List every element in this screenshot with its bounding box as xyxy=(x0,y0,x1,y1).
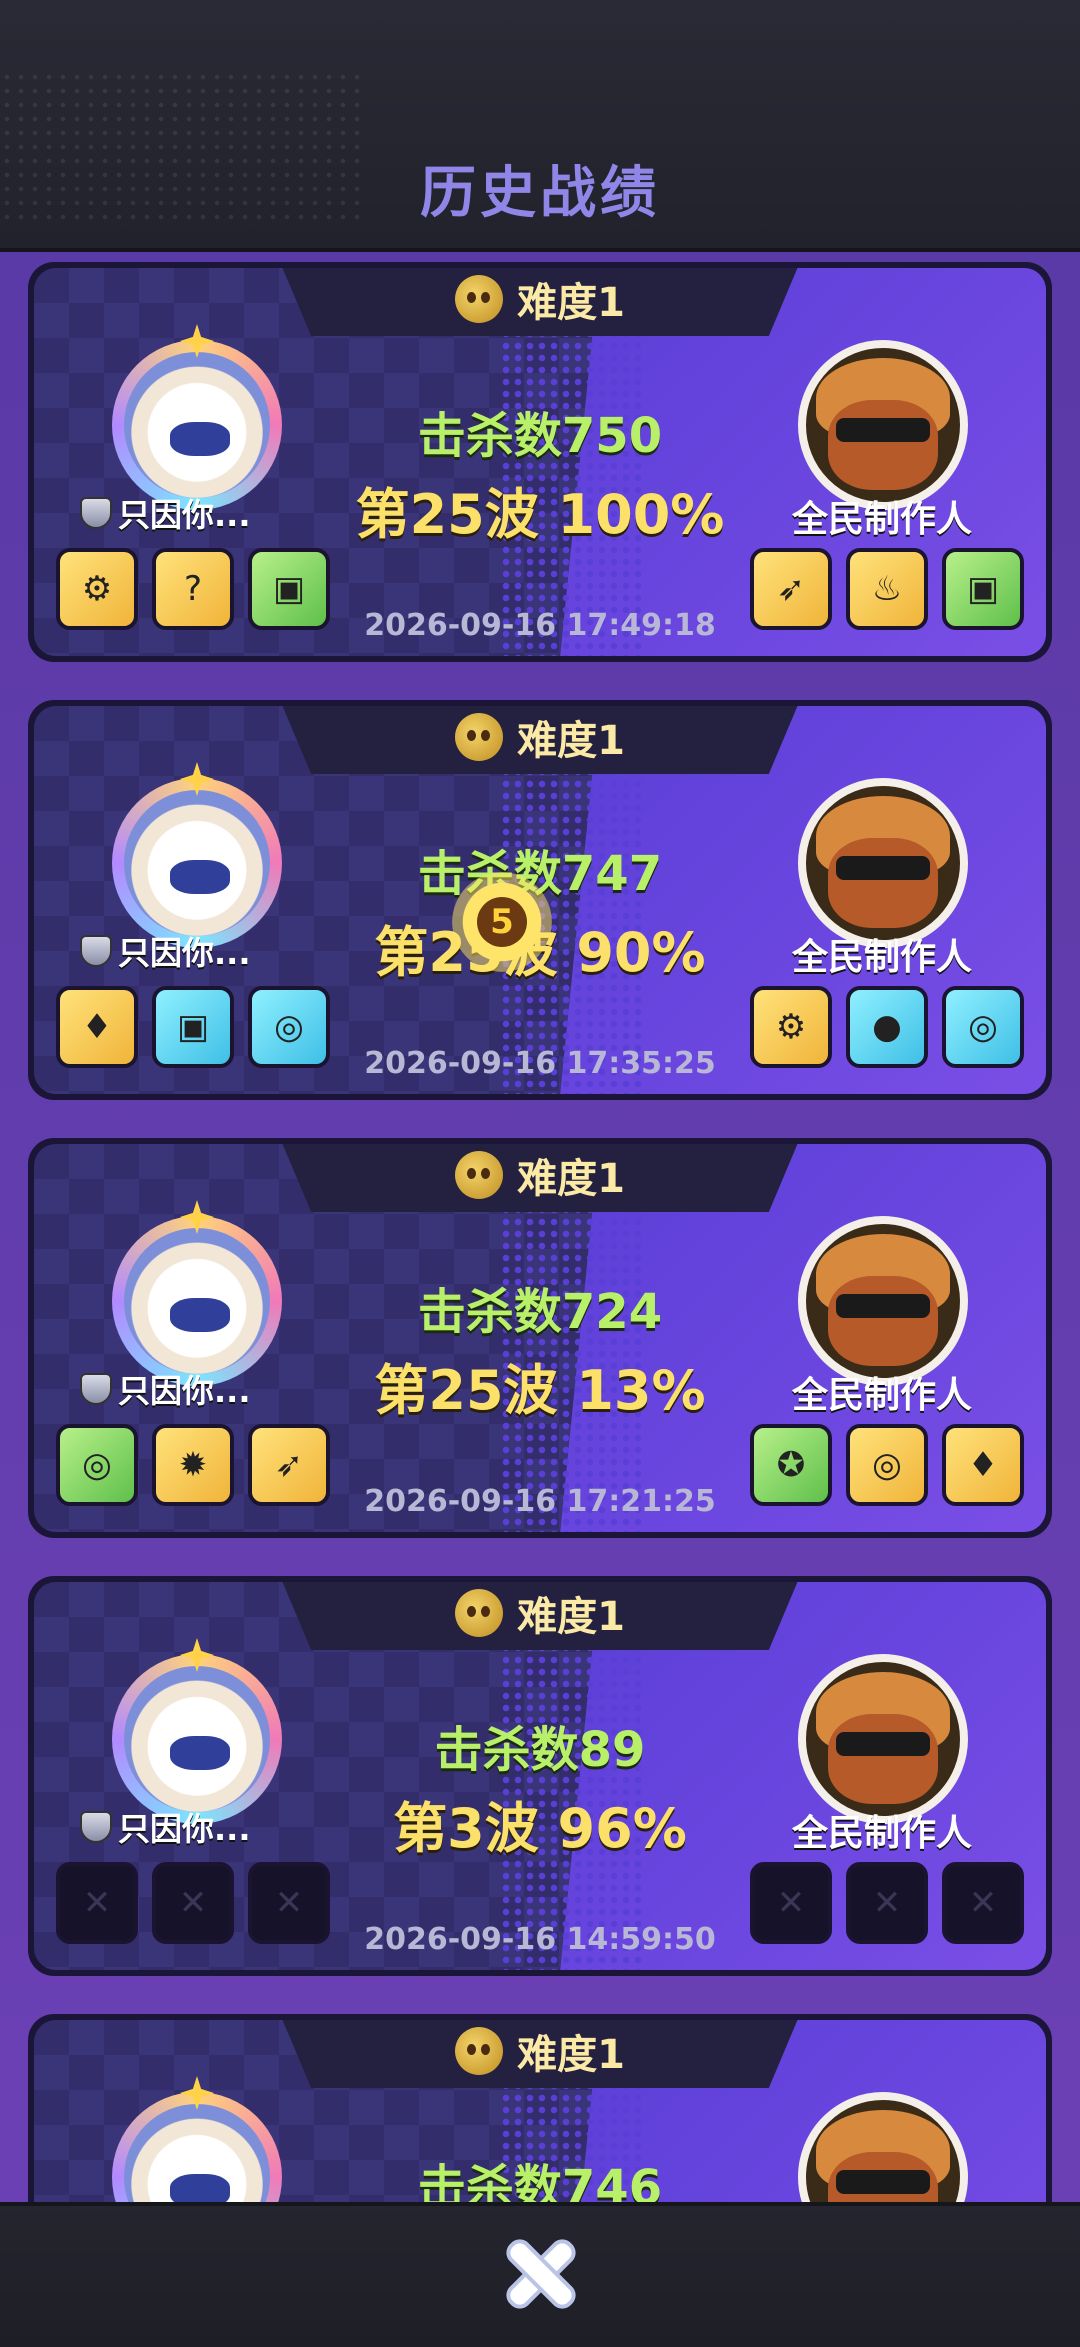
opponent-avatar[interactable] xyxy=(798,778,968,948)
difficulty-label: 难度1 xyxy=(517,2032,625,2078)
difficulty-tab: 难度1 xyxy=(280,268,800,336)
difficulty-tab: 难度1 xyxy=(280,706,800,774)
record-timestamp: 2026-09-16 17:35:25 xyxy=(364,1046,716,1081)
skull-icon xyxy=(455,2027,504,2075)
difficulty-tab: 难度1 xyxy=(280,2020,800,2088)
page-title: 历史战绩 xyxy=(420,161,660,226)
record-card[interactable]: 难度1 只因你... 击杀数724 第25波 13% 全民制作人 ◎ ✹ ➶ ✪… xyxy=(28,1138,1052,1538)
difficulty-tab: 难度1 xyxy=(280,1582,800,1650)
difficulty-label: 难度1 xyxy=(517,280,625,326)
close-icon[interactable] xyxy=(505,2239,575,2309)
record-timestamp: 2026-09-16 14:59:50 xyxy=(364,1922,716,1957)
record-timestamp: 2026-09-16 17:49:18 xyxy=(364,608,716,643)
record-list[interactable]: 难度1 只因你... 击杀数750 第25波 100% 全民制作人 ⚙ ? ▣ xyxy=(0,252,1080,2202)
record-card[interactable]: 难度1 只因你... 击杀数750 第25波 100% 全民制作人 ⚙ ? ▣ xyxy=(28,262,1052,662)
skull-icon xyxy=(455,1589,504,1637)
skull-icon xyxy=(455,1151,504,1199)
opponent-name: 全民制作人 xyxy=(791,937,972,978)
opponent-name: 全民制作人 xyxy=(791,1813,972,1854)
close-button[interactable] xyxy=(500,2234,580,2314)
record-card[interactable]: 难度1 只因你... 击杀数89 第3波 96% 全民制作人 ✕ ✕ ✕ ✕ ✕… xyxy=(28,1576,1052,1976)
skull-icon xyxy=(455,275,504,323)
difficulty-label: 难度1 xyxy=(517,718,625,764)
difficulty-tab: 难度1 xyxy=(280,1144,800,1212)
difficulty-label: 难度1 xyxy=(517,1594,625,1640)
opponent-avatar[interactable] xyxy=(798,2092,968,2202)
opponent-avatar[interactable] xyxy=(798,1216,968,1386)
record-timestamp: 2026-09-16 17:21:25 xyxy=(364,1484,716,1519)
opponent-name: 全民制作人 xyxy=(791,1375,972,1416)
skull-icon xyxy=(455,713,504,761)
opponent-avatar[interactable] xyxy=(798,340,968,510)
opponent-avatar[interactable] xyxy=(798,1654,968,1824)
opponent-name: 全民制作人 xyxy=(791,499,972,540)
footer xyxy=(0,2202,1080,2347)
header: 历史战绩 xyxy=(0,0,1080,252)
coin-value: 5 xyxy=(477,897,527,947)
difficulty-label: 难度1 xyxy=(517,1156,625,1202)
coin-popup: 5 xyxy=(452,872,552,972)
record-card[interactable]: 难度1 击杀数746 xyxy=(28,2014,1052,2202)
